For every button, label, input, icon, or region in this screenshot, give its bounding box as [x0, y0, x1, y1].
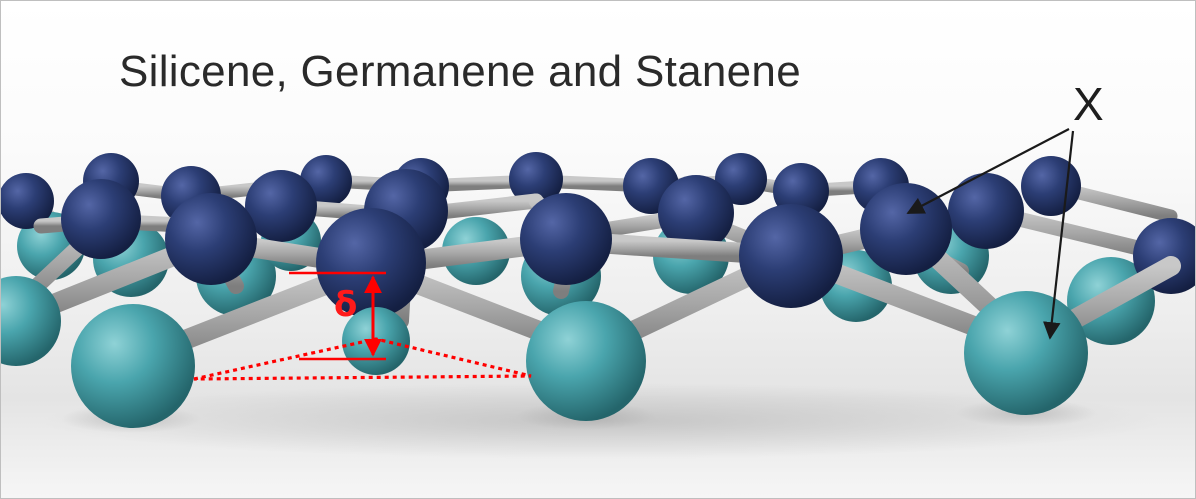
figure-title: Silicene, Germanene and Stanene: [119, 47, 801, 96]
atom-label: X: [1073, 78, 1104, 130]
buckling-label: δ: [334, 285, 358, 325]
figure-frame: Silicene, Germanene and Stanene X δ: [0, 0, 1196, 499]
